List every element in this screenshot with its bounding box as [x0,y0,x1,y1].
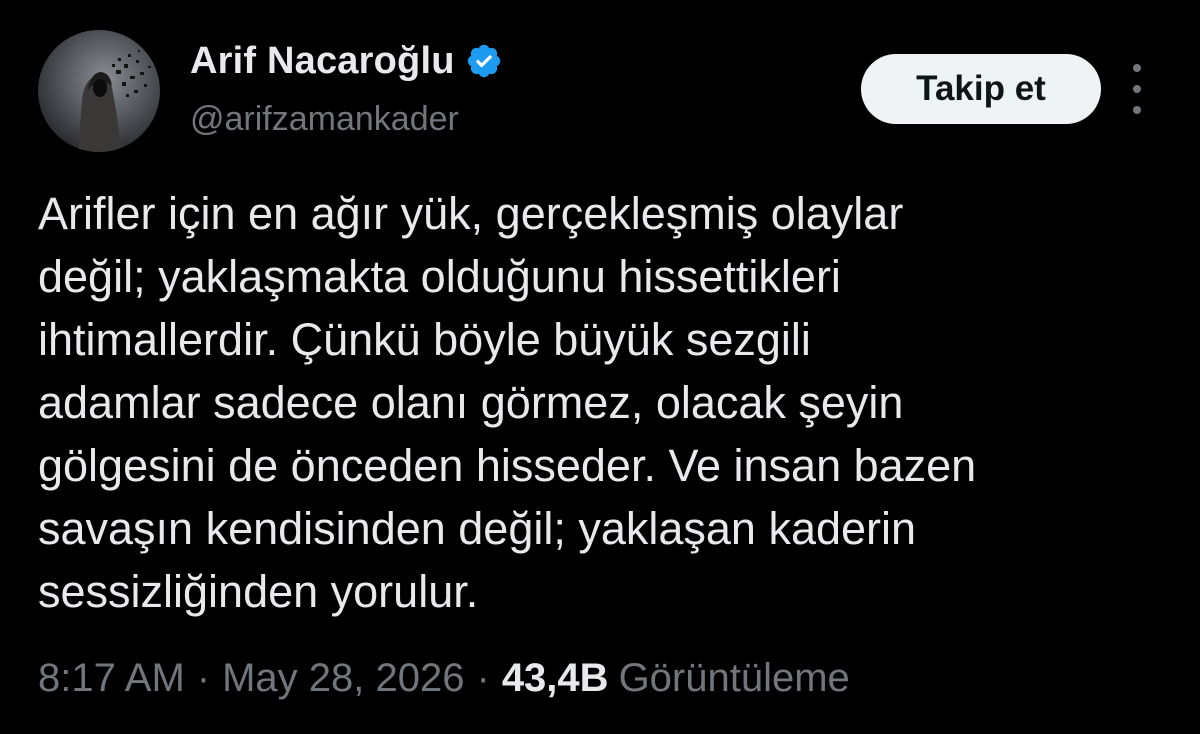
avatar-image [78,50,151,152]
verified-badge-icon[interactable] [465,42,503,80]
views-count[interactable]: 43,4B [502,656,609,701]
tweet-date[interactable]: May 28, 2026 [222,656,464,701]
meta-separator: · [196,655,211,700]
meta-separator: · [476,655,490,700]
avatar[interactable] [38,30,160,152]
more-dot [1133,85,1141,93]
author-name-row: Arif Nacaroğlu [190,38,503,84]
tweet-text-line: gölgesini de önceden hisseder. Ve insan … [38,440,977,491]
tweet-time[interactable]: 8:17 AM [38,656,185,701]
author-display-name[interactable]: Arif Nacaroğlu [190,40,455,83]
tweet-text-line: ihtimallerdir. Çünkü böyle büyük sezgili [38,314,811,365]
follow-button[interactable]: Takip et [861,54,1101,124]
tweet-text-line: Arifler için en ağır yük, gerçekleşmiş o… [38,188,904,239]
author-handle[interactable]: @arifzamankader [190,100,459,139]
tweet-text-line: adamlar sadece olanı görmez, olacak şeyi… [38,377,904,428]
tweet-text: Arifler için en ağır yük, gerçekleşmiş o… [38,182,1178,623]
tweet-card: Arif Nacaroğlu @arifzamankader Takip et … [0,0,1200,734]
tweet-meta: 8:17 AM · May 28, 2026 · 43,4B Görüntüle… [38,650,850,706]
more-dot [1133,64,1141,72]
tweet-text-line: savaşın kendisinden değil; yaklaşan kade… [38,503,917,554]
more-vertical-icon[interactable] [1120,64,1154,114]
views-label: Görüntüleme [618,655,850,700]
tweet-text-line: değil; yaklaşmakta olduğunu hissettikler… [38,251,841,302]
tweet-text-line: sessizliğinden yorulur. [38,566,479,617]
more-dot [1133,106,1141,114]
